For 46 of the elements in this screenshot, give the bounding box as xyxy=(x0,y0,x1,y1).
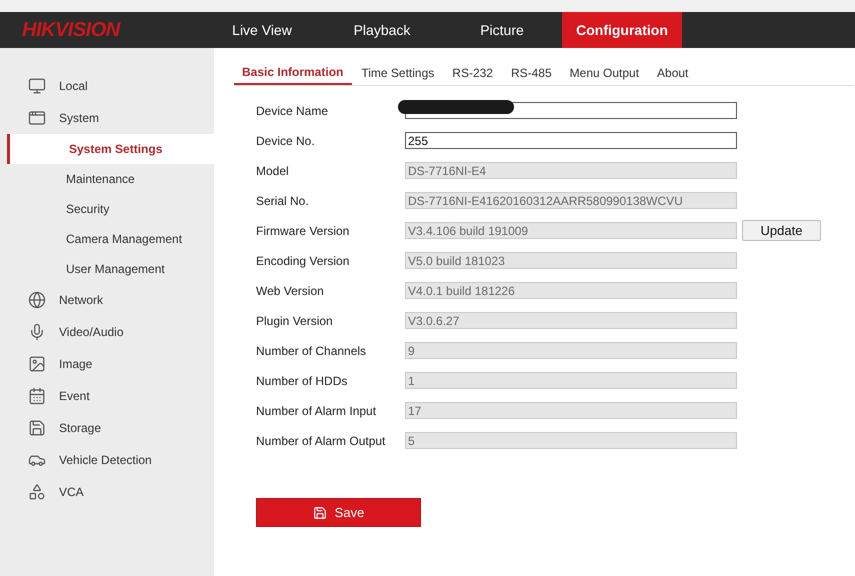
tab[interactable]: About xyxy=(648,60,698,85)
microphone-icon xyxy=(28,323,46,341)
tab[interactable]: RS-232 xyxy=(443,60,502,85)
field-label: Number of Channels xyxy=(256,342,368,360)
field-label: Web Version xyxy=(256,282,325,300)
tab[interactable]: Time Settings xyxy=(352,60,444,85)
tab[interactable]: Menu Output xyxy=(560,60,648,85)
nav-tab[interactable]: Playback xyxy=(322,12,442,48)
monitor-icon xyxy=(28,77,46,95)
calendar-icon xyxy=(28,387,46,405)
field-label: Firmware Version xyxy=(256,222,350,240)
sidebar-subitem[interactable]: Maintenance xyxy=(7,164,214,194)
sidebar-subitem[interactable]: Camera Management xyxy=(7,224,214,254)
sidebar-item[interactable]: System xyxy=(0,102,214,134)
logo: HIKVISION xyxy=(21,18,122,43)
nav-tab[interactable]: Picture xyxy=(442,12,562,48)
field-label: Number of Alarm Input xyxy=(256,402,378,420)
field-label: Number of Alarm Output xyxy=(256,432,386,450)
nav-tab[interactable]: Live View xyxy=(202,12,322,48)
globe-icon xyxy=(28,291,46,309)
sidebar-item[interactable]: Network xyxy=(0,284,214,316)
shapes-icon xyxy=(28,483,46,501)
field-label: Device Name xyxy=(256,102,330,120)
window-icon xyxy=(28,109,46,127)
sidebar-item[interactable]: VCA xyxy=(0,476,214,508)
field-label: Encoding Version xyxy=(256,252,350,270)
tab[interactable]: Basic Information xyxy=(234,60,352,85)
sidebar-subitem[interactable]: Security xyxy=(7,194,214,224)
tab[interactable]: RS-485 xyxy=(502,60,561,85)
field-label: Number of HDDs xyxy=(256,372,348,390)
nav-tab[interactable]: Configuration xyxy=(562,12,682,48)
sidebar-item[interactable]: Vehicle Detection xyxy=(0,444,214,476)
input-field[interactable]: 255 xyxy=(405,132,737,149)
sidebar-item[interactable]: Video/Audio xyxy=(0,316,214,348)
field-label: Plugin Version xyxy=(256,312,334,330)
image-icon xyxy=(28,355,46,373)
field-label: Device No. xyxy=(256,132,316,150)
sidebar-subitem[interactable]: User Management xyxy=(7,254,214,284)
field-label: Model xyxy=(256,162,290,180)
sidebar-subitem[interactable]: System Settings xyxy=(7,134,214,164)
sidebar-item[interactable]: Local xyxy=(0,70,214,102)
save-button[interactable]: Save xyxy=(256,498,421,527)
sidebar-item[interactable]: Storage xyxy=(0,412,214,444)
sidebar-item[interactable]: Image xyxy=(0,348,214,380)
sidebar-item[interactable]: Event xyxy=(0,380,214,412)
field-label: Serial No. xyxy=(256,192,310,210)
